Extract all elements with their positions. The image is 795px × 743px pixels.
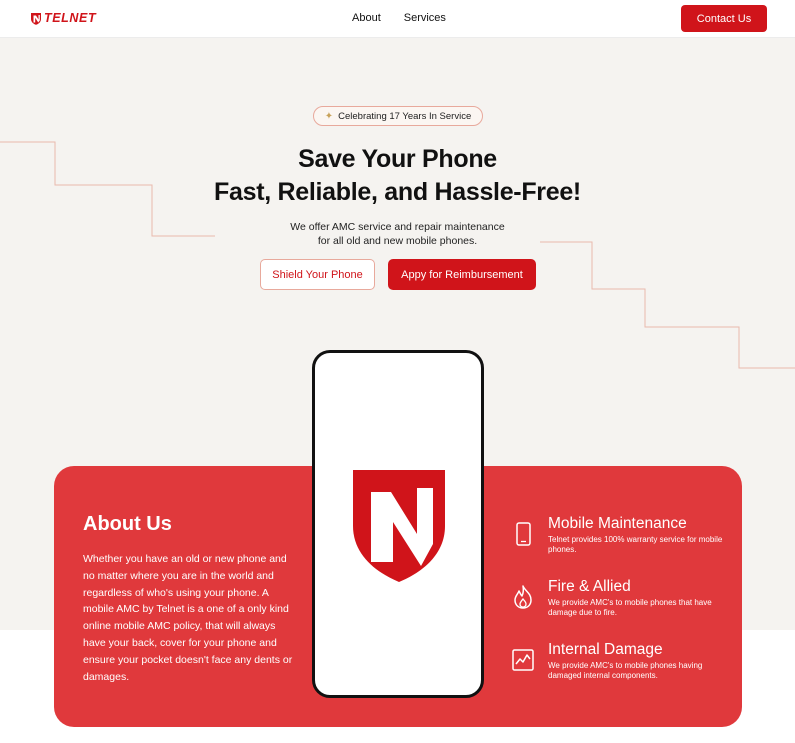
main-nav: About Services	[352, 12, 446, 24]
feature-description: Telnet provides 100% warranty service fo…	[548, 535, 723, 554]
nav-link-about[interactable]: About	[352, 12, 381, 24]
hero-subtitle: We offer AMC service and repair maintena…	[0, 220, 795, 248]
feature-description: We provide AMC's to mobile phones that h…	[548, 598, 712, 617]
feature-mobile-maintenance: Mobile Maintenance Telnet provides 100% …	[510, 515, 730, 555]
fire-icon	[514, 585, 532, 609]
feature-internal-damage: Internal Damage We provide AMC's to mobi…	[510, 641, 730, 681]
about-title: About Us	[83, 513, 172, 535]
anniversary-badge: ✦ Celebrating 17 Years In Service	[313, 106, 483, 126]
badge-text: Celebrating 17 Years In Service	[338, 110, 472, 122]
hero-title: Save Your Phone Fast, Reliable, and Hass…	[0, 143, 795, 209]
chart-damage-icon	[512, 649, 534, 671]
feature-fire-allied: Fire & Allied We provide AMC's to mobile…	[510, 578, 730, 618]
about-text: Whether you have an old or new phone and…	[83, 553, 293, 683]
hero-title-line2: Fast, Reliable, and Hassle-Free!	[214, 178, 581, 206]
feature-title: Internal Damage	[548, 641, 663, 658]
nav-link-services[interactable]: Services	[404, 12, 446, 24]
brand-logo[interactable]: TELNET	[30, 11, 96, 25]
hero-title-line1: Save Your Phone	[298, 145, 497, 173]
feature-title: Mobile Maintenance	[548, 515, 687, 532]
apply-for-reimbursement-button[interactable]: Appy for Reimbursement	[388, 259, 536, 290]
mobile-phone-icon	[516, 522, 531, 546]
shield-your-phone-button[interactable]: Shield Your Phone	[260, 259, 375, 290]
hero-subtitle-line1: We offer AMC service and repair maintena…	[290, 221, 505, 233]
telnet-logo-icon	[31, 12, 41, 25]
feature-description: We provide AMC's to mobile phones having…	[548, 661, 703, 680]
brand-name: TELNET	[44, 11, 97, 25]
hero-subtitle-line2: for all old and new mobile phones.	[317, 235, 478, 247]
contact-us-button[interactable]: Contact Us	[681, 5, 767, 32]
telnet-shield-logo-icon	[353, 470, 445, 582]
feature-title: Fire & Allied	[548, 578, 631, 595]
wheat-sparkle-icon: ✦	[324, 110, 334, 122]
site-header: TELNET About Services Contact Us	[0, 0, 795, 38]
phone-mockup	[312, 350, 484, 698]
